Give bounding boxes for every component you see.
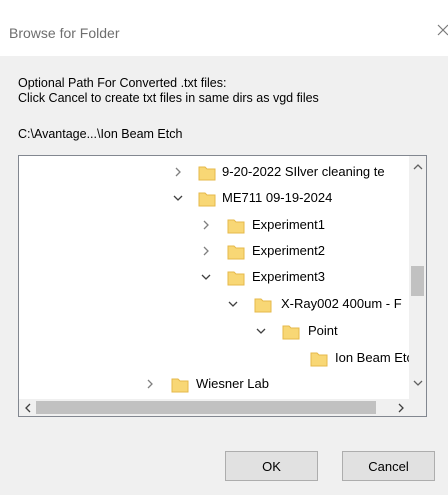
description-line-2: Click Cancel to create txt files in same… [18, 91, 319, 105]
tree-row[interactable]: Experiment1 [19, 213, 409, 239]
tree-row-label: Experiment3 [252, 269, 325, 284]
chevron-right-icon[interactable] [143, 377, 157, 391]
folder-icon [281, 322, 301, 342]
scroll-right-icon[interactable] [392, 399, 409, 416]
chevron-down-icon[interactable] [254, 324, 268, 338]
chevron-down-icon[interactable] [171, 191, 185, 205]
tree-row[interactable]: X-Ray002 400um - F [19, 292, 409, 318]
folder-icon [253, 295, 273, 315]
tree-row-label: ME711 09-19-2024 [222, 190, 333, 205]
folder-icon [197, 189, 217, 209]
folder-icon [226, 268, 246, 288]
scroll-up-icon[interactable] [409, 158, 426, 175]
tree-row-label: Experiment2 [252, 243, 325, 258]
tree-row-label: Ion Beam Etc [335, 350, 409, 365]
chevron-down-icon[interactable] [226, 297, 240, 311]
tree-row[interactable]: Ion Beam Etc [19, 346, 409, 372]
tree-row[interactable]: Experiment3 [19, 265, 409, 291]
chevron-right-icon[interactable] [199, 244, 213, 258]
folder-tree[interactable]: 9-20-2022 SIlver cleaning te ME711 09-19… [18, 155, 427, 417]
folder-icon [226, 242, 246, 262]
dialog-title: Browse for Folder [9, 25, 120, 41]
horizontal-scroll-thumb[interactable] [36, 401, 376, 414]
tree-row-label: Wiesner Lab [196, 376, 269, 391]
chevron-right-icon[interactable] [199, 218, 213, 232]
tree-row-label: Experiment1 [252, 217, 325, 232]
close-icon[interactable] [436, 21, 448, 41]
description-line-1: Optional Path For Converted .txt files: [18, 76, 227, 90]
tree-row[interactable]: Wiesner Lab [19, 372, 409, 398]
scroll-down-icon[interactable] [409, 374, 426, 391]
tree-row-label: Point [308, 323, 338, 338]
folder-icon [170, 375, 190, 395]
vertical-scroll-thumb[interactable] [411, 266, 424, 296]
cancel-button[interactable]: Cancel [342, 451, 435, 481]
scroll-left-icon[interactable] [19, 399, 36, 416]
folder-icon [197, 163, 217, 183]
chevron-down-icon[interactable] [199, 270, 213, 284]
selected-path: C:\Avantage...\Ion Beam Etch [18, 127, 183, 141]
vertical-scrollbar[interactable] [409, 156, 426, 401]
tree-row-label: X-Ray002 400um - F [281, 296, 402, 311]
tree-row[interactable]: Experiment2 [19, 239, 409, 265]
chevron-right-icon[interactable] [171, 165, 185, 179]
tree-row[interactable]: 9-20-2022 SIlver cleaning te [19, 160, 409, 186]
tree-row-label: 9-20-2022 SIlver cleaning te [222, 164, 385, 179]
ok-button[interactable]: OK [225, 451, 318, 481]
tree-row[interactable]: Point [19, 319, 409, 345]
dialog-description: Optional Path For Converted .txt files: … [18, 76, 438, 106]
folder-tree-rows: 9-20-2022 SIlver cleaning te ME711 09-19… [19, 156, 409, 401]
tree-row[interactable]: ME711 09-19-2024 [19, 186, 409, 212]
folder-icon [226, 216, 246, 236]
horizontal-scrollbar[interactable] [19, 399, 426, 416]
title-bar: Browse for Folder [0, 0, 448, 56]
folder-icon [309, 349, 329, 369]
